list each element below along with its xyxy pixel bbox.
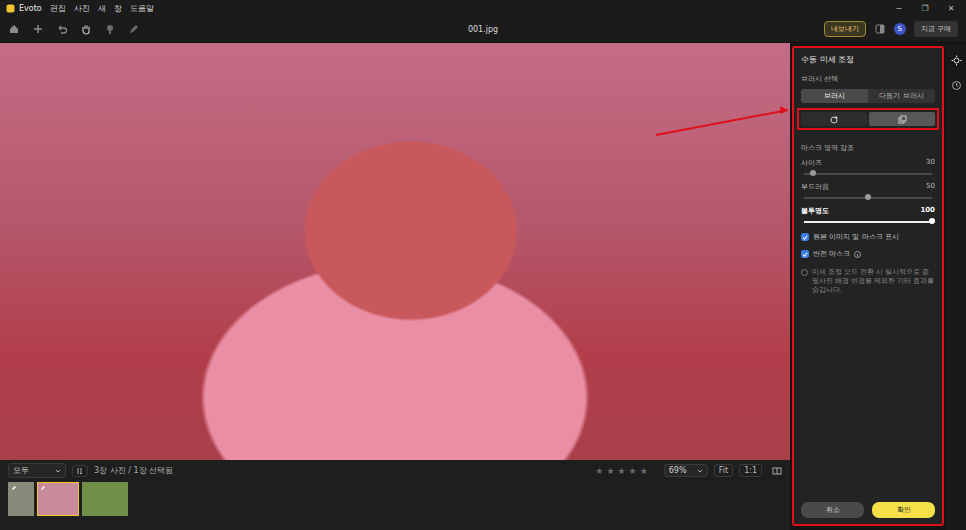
slider-value: 50 [926,182,935,192]
retouch-icon[interactable] [104,23,116,35]
star[interactable]: ★ [629,466,637,476]
menu-item[interactable]: 창 [114,3,122,14]
compare-icon[interactable] [772,466,782,476]
thumbnail[interactable] [8,482,34,516]
side-strip [946,43,966,530]
chevron-icon [55,468,61,474]
sort-icon [76,467,84,475]
window-control[interactable]: ─ [890,4,908,13]
brush-tabs: 브러시다듬기 브러시 [801,89,935,103]
info-icon[interactable] [854,251,861,258]
undo-icon[interactable] [56,23,68,35]
checkbox-row[interactable]: 원본 이미지 및 마스크 표시 [801,232,935,242]
fit-button[interactable]: Fit [714,464,733,477]
edited-icon [40,485,46,491]
thumbnail[interactable] [82,482,128,516]
annotation-arrow [0,0,966,530]
slider-label: 부드러움 [801,182,829,192]
checkbox[interactable] [801,250,809,258]
slider-row: 사이즈 30 [801,158,935,177]
menu-item[interactable]: 새 [98,3,106,14]
checkbox[interactable] [801,233,809,241]
photo-canvas[interactable] [0,43,790,460]
user-avatar[interactable]: S [894,23,906,35]
checkbox-label: 반전 마스크 [813,249,850,259]
menu-item[interactable]: 편집 [50,3,66,14]
slider-value: 100 [920,206,935,216]
home-icon[interactable] [8,23,20,35]
file-title: 001.jpg [308,25,658,34]
brush-tab[interactable]: 브러시 [801,89,868,103]
logo-icon [6,4,15,13]
photo-count: 3장 사진 / 1장 선택됨 [94,465,173,476]
slider-track[interactable] [804,197,932,199]
check-icon [802,251,808,258]
slider-row: 불투명도 100 [801,206,935,225]
zoom-dropdown[interactable]: 69% [664,464,708,477]
chevron-icon [697,468,703,474]
slider-knob[interactable] [865,194,871,200]
edited-icon [11,485,17,491]
adjust-icon[interactable] [951,55,962,66]
slider-track[interactable] [804,173,932,175]
thumbnail[interactable] [37,482,79,516]
slider-fill [804,221,932,223]
slider-track[interactable] [804,221,932,223]
slider-knob[interactable] [929,218,935,224]
brush-mode-button[interactable] [869,112,935,126]
window-control[interactable]: ✕ [942,4,960,13]
star[interactable]: ★ [606,466,614,476]
brush-add-icon [830,115,839,124]
logo-text: Evoto [19,4,42,13]
panel-button[interactable]: 확인 [872,502,935,518]
highlight-label: 마스크 영역 강조 [801,143,935,153]
checkbox-row[interactable]: 반전 마스크 [801,249,935,259]
title-bar: Evoto 편집 사진 새창 도움말 ─ ❐ ✕ [0,0,966,16]
panel-title: 수동 미세 조정 [801,54,935,65]
export-button[interactable]: 내보내기 [824,21,866,37]
star[interactable]: ★ [595,466,603,476]
hand-icon[interactable] [80,23,92,35]
toolbar: 001.jpg 내보내기 S 지금 구매 [0,16,966,43]
rating-stars[interactable]: ★★★★★ [595,466,647,476]
slider-value: 30 [926,158,935,168]
slider-row: 부드러움 50 [801,182,935,201]
actual-size-button[interactable]: 1:1 [739,464,762,477]
note: 미세 조정 모드 전환 시 일시적으로 증명사진 배경 변경을 제외한 기타 효… [801,268,935,294]
panel-button[interactable]: 취소 [801,502,864,518]
history-icon[interactable] [951,80,962,91]
evoto-window: Evoto 편집 사진 새창 도움말 ─ ❐ ✕ 001.jpg 내보내기 S 지금 구매모두 3장 사… [0,0,966,530]
brush-subtract-icon [898,115,907,124]
menu-item[interactable]: 사진 [74,3,90,14]
brush-label: 브러시 선택 [801,74,935,84]
refine-panel: 수동 미세 조정브러시 선택브러시다듬기 브러시마스크 영역 강조사이즈 30 부드… [792,46,944,526]
slider-label: 불투명도 [801,206,829,216]
info-circle-icon [801,269,808,276]
check-icon [802,234,808,241]
slider-knob[interactable] [810,170,816,176]
window-control[interactable]: ❐ [916,4,934,13]
filter-dropdown[interactable]: 모두 [8,463,66,478]
slider-label: 사이즈 [801,158,822,168]
sort-button[interactable] [72,465,88,477]
star[interactable]: ★ [618,466,626,476]
brush-tab[interactable]: 다듬기 브러시 [868,89,935,103]
brush-modes [797,108,939,130]
buy-button[interactable]: 지금 구매 [914,21,958,37]
checkbox-label: 원본 이미지 및 마스크 표시 [813,232,899,242]
star[interactable]: ★ [640,466,648,476]
menu-item[interactable]: 도움말 [130,3,154,14]
brush-mode-button[interactable] [801,112,867,126]
panel-toggle-icon[interactable] [874,23,886,35]
filmstrip: 모두3장 사진 / 1장 선택됨★★★★★69%Fit1:1 [0,460,790,530]
pen-icon[interactable] [128,23,140,35]
add-icon[interactable] [32,23,44,35]
